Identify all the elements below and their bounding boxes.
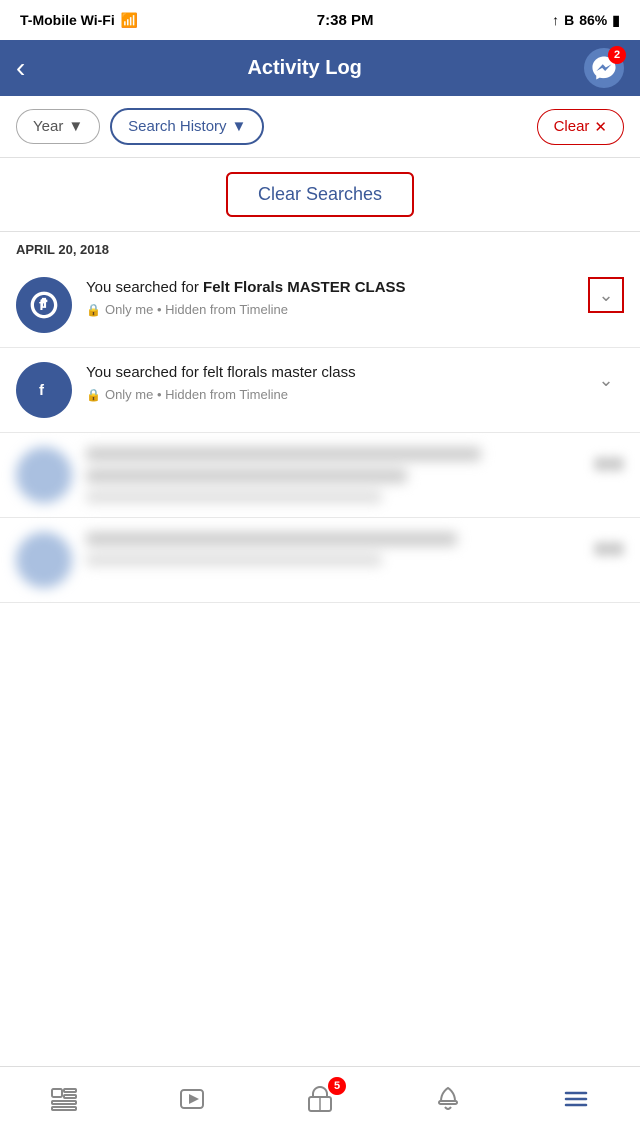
search-history-filter-button[interactable]: Search History ▼ — [110, 108, 264, 145]
news-feed-icon — [50, 1085, 78, 1118]
date-header: APRIL 20, 2018 — [0, 232, 640, 263]
blurred-chevron — [594, 457, 624, 471]
activity-visibility: Only me • Hidden from Timeline — [105, 387, 288, 402]
watch-icon — [178, 1085, 206, 1118]
clear-searches-button[interactable]: Clear Searches — [226, 172, 414, 217]
menu-icon — [562, 1085, 590, 1118]
status-right: ↑ B 86% ▮ — [552, 12, 620, 29]
bell-icon — [434, 1085, 462, 1118]
blurred-line-short — [86, 491, 382, 503]
lock-icon: 🔒 — [86, 303, 101, 317]
activity-meta: 🔒 Only me • Hidden from Timeline — [86, 387, 574, 402]
location-icon: ↑ — [552, 12, 559, 28]
tab-bar: 5 — [0, 1066, 640, 1136]
tab-watch[interactable] — [162, 1077, 222, 1127]
carrier-label: T-Mobile Wi-Fi — [20, 12, 115, 28]
clear-filter-label: Clear — [554, 118, 590, 135]
status-time: 7:38 PM — [317, 12, 374, 29]
activity-text: You searched for Felt Florals MASTER CLA… — [86, 277, 574, 298]
activity-content: You searched for Felt Florals MASTER CLA… — [86, 277, 574, 317]
blurred-content — [86, 447, 580, 503]
clear-searches-container: Clear Searches — [0, 158, 640, 232]
activity-visibility: Only me • Hidden from Timeline — [105, 302, 288, 317]
blurred-content — [86, 532, 580, 566]
tab-notifications[interactable] — [418, 1077, 478, 1127]
back-button[interactable]: ‹ — [16, 54, 25, 82]
marketplace-badge: 5 — [328, 1077, 346, 1095]
tab-marketplace[interactable]: 5 — [290, 1077, 350, 1127]
year-filter-button[interactable]: Year ▼ — [16, 109, 100, 144]
search-history-filter-label: Search History — [128, 118, 226, 135]
year-chevron-icon: ▼ — [68, 118, 83, 135]
battery-label: 86% — [579, 12, 607, 28]
activity-item-blurred — [0, 433, 640, 518]
activity-content: You searched for felt florals master cla… — [86, 362, 574, 402]
messenger-badge: 2 — [608, 46, 626, 64]
lock-icon: 🔒 — [86, 388, 101, 402]
activity-item: f You searched for felt florals master c… — [0, 348, 640, 433]
clear-filter-button[interactable]: Clear ✕ — [537, 109, 624, 145]
status-left: T-Mobile Wi-Fi 📶 — [20, 12, 138, 29]
bluetooth-icon: B — [564, 12, 574, 28]
clear-filter-x-icon: ✕ — [594, 118, 607, 136]
blurred-line-short — [86, 554, 382, 566]
main-content: Year ▼ Search History ▼ Clear ✕ Clear Se… — [0, 96, 640, 683]
blurred-line — [86, 469, 407, 483]
status-bar: T-Mobile Wi-Fi 📶 7:38 PM ↑ B 86% ▮ — [0, 0, 640, 40]
tab-menu[interactable] — [546, 1077, 606, 1127]
battery-icon: ▮ — [612, 12, 620, 29]
wifi-icon: 📶 — [121, 12, 138, 29]
avatar: f — [16, 362, 72, 418]
messenger-button[interactable]: 2 — [584, 48, 624, 88]
activity-item-blurred — [0, 518, 640, 603]
search-history-chevron-icon: ▼ — [232, 118, 247, 135]
blurred-chevron — [594, 542, 624, 556]
activity-meta: 🔒 Only me • Hidden from Timeline — [86, 302, 574, 317]
year-filter-label: Year — [33, 118, 63, 135]
page-title: Activity Log — [25, 57, 584, 80]
filter-row: Year ▼ Search History ▼ Clear ✕ — [0, 96, 640, 158]
activity-chevron-button[interactable]: ⌄ — [588, 277, 624, 313]
activity-chevron-button[interactable]: ⌄ — [588, 362, 624, 398]
avatar: f — [16, 277, 72, 333]
activity-text: You searched for felt florals master cla… — [86, 362, 574, 383]
activity-item: f You searched for Felt Florals MASTER C… — [0, 263, 640, 348]
tab-news-feed[interactable] — [34, 1077, 94, 1127]
blurred-line — [86, 532, 457, 546]
blurred-avatar — [16, 532, 72, 588]
blurred-line — [86, 447, 481, 461]
svg-text:f: f — [39, 382, 45, 399]
blurred-avatar — [16, 447, 72, 503]
nav-bar: ‹ Activity Log 2 — [0, 40, 640, 96]
